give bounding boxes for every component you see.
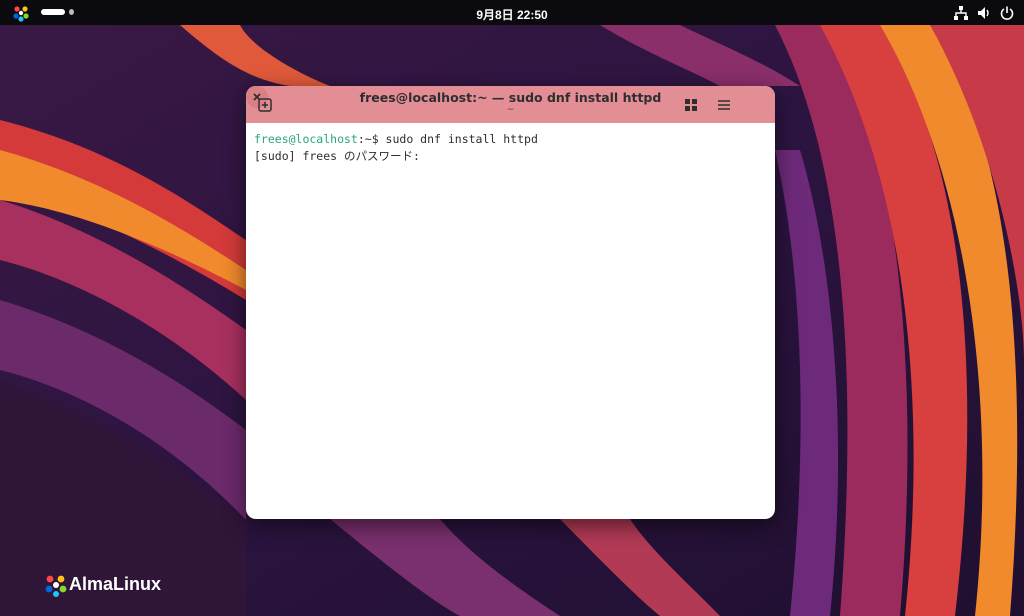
tab-overview-icon[interactable] [680, 94, 702, 116]
hamburger-menu-icon[interactable] [713, 94, 735, 116]
command-line: :~$ sudo dnf install httpd [357, 132, 538, 146]
network-icon[interactable] [953, 5, 969, 21]
almalinux-brand-text: AlmaLinux [69, 574, 162, 594]
volume-icon[interactable] [976, 5, 992, 21]
terminal-headerbar[interactable]: frees@localhost:~ — sudo dnf install htt… [246, 86, 775, 123]
password-prompt: [sudo] frees のパスワード: [254, 149, 420, 163]
terminal-output[interactable]: frees@localhost:~$ sudo dnf install http… [254, 131, 538, 165]
clock[interactable]: 9月8日 22:50 [0, 6, 1024, 23]
power-icon[interactable] [999, 5, 1015, 21]
top-bar: 9月8日 22:50 [0, 0, 1024, 25]
almalinux-brand-icon [45, 575, 67, 597]
terminal-window[interactable]: frees@localhost:~ — sudo dnf install htt… [246, 86, 775, 519]
prompt-user-host: frees@localhost [254, 132, 358, 146]
